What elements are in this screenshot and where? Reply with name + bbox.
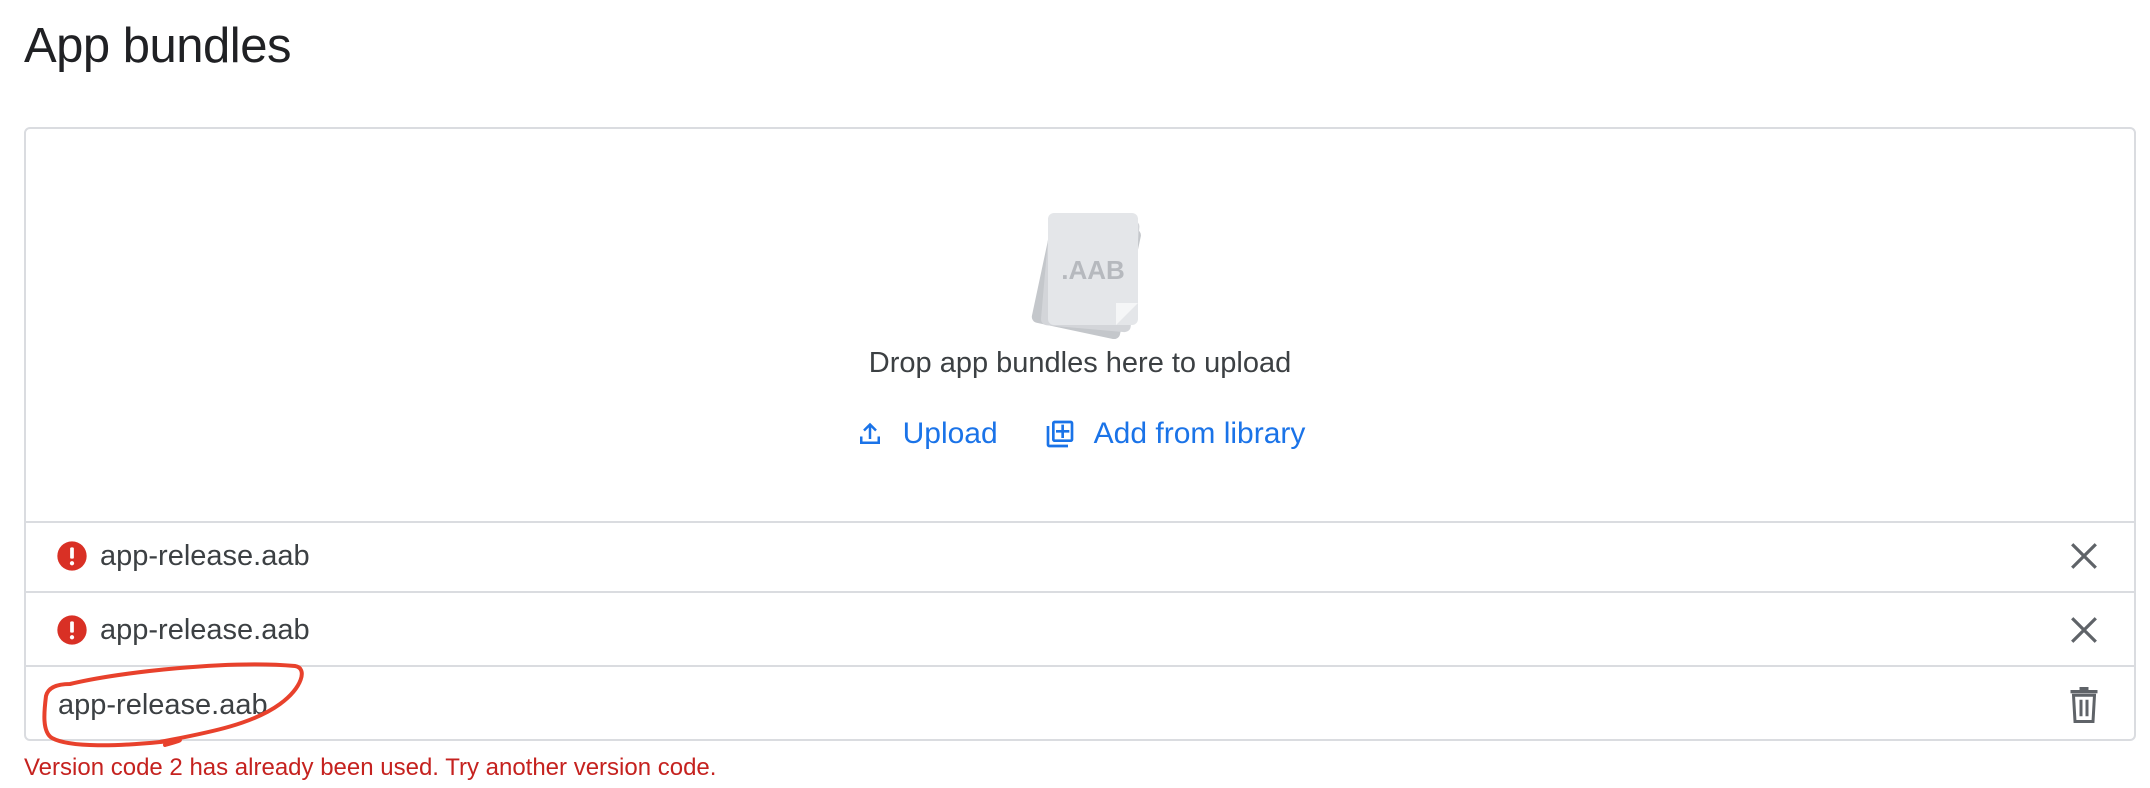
file-row: app-release.aab xyxy=(26,521,2134,593)
page-title: App bundles xyxy=(24,19,291,73)
upload-icon xyxy=(859,422,880,444)
dropzone-instruction: Drop app bundles here to upload xyxy=(868,347,1292,379)
close-icon xyxy=(2071,543,2097,569)
remove-file-button[interactable] xyxy=(2064,610,2104,650)
file-row: app-release.aab xyxy=(26,669,2134,739)
app-bundles-panel: .AAB Drop app bundles here to upload Upl… xyxy=(24,127,2136,741)
aab-file-illustration: .AAB xyxy=(1031,213,1141,339)
upload-actions: Upload Add from library xyxy=(26,417,2134,451)
version-code-error: Version code 2 has already been used. Tr… xyxy=(24,754,717,781)
close-icon xyxy=(2071,617,2097,643)
file-name: app-release.aab xyxy=(58,688,268,721)
upload-button[interactable]: Upload xyxy=(855,417,998,451)
upload-dropzone[interactable]: .AAB Drop app bundles here to upload Upl… xyxy=(26,129,2134,523)
add-from-library-button[interactable]: Add from library xyxy=(1044,417,1306,451)
upload-label: Upload xyxy=(902,417,998,450)
file-name: app-release.aab xyxy=(100,539,310,572)
file-name: app-release.aab xyxy=(100,613,310,646)
illustration-label: .AAB xyxy=(1061,255,1125,285)
error-icon xyxy=(57,615,87,645)
trash-icon xyxy=(2070,687,2098,723)
remove-file-button[interactable] xyxy=(2064,536,2104,576)
delete-file-button[interactable] xyxy=(2064,685,2104,725)
file-row: app-release.aab xyxy=(26,595,2134,667)
error-icon xyxy=(57,541,87,571)
library-add-icon xyxy=(1046,420,1074,448)
add-from-library-label: Add from library xyxy=(1093,417,1306,450)
